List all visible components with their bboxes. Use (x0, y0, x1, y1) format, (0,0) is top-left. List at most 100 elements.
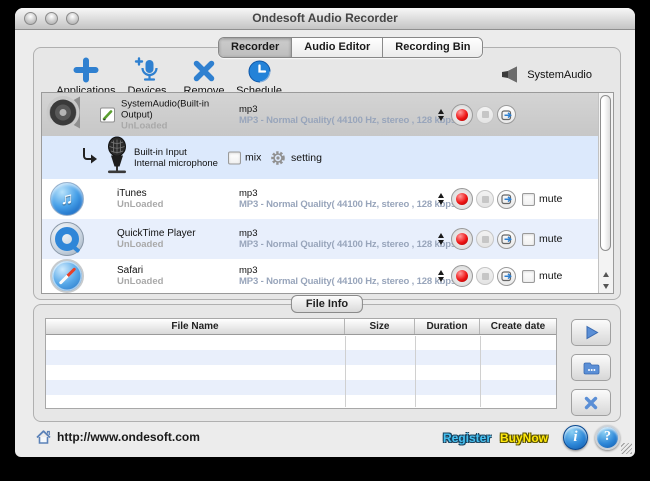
file-info-title: File Info (290, 295, 364, 313)
file-info-panel: File Info File Name Size Duration Create… (33, 295, 621, 422)
export-button[interactable] (497, 229, 516, 249)
record-button[interactable] (451, 103, 473, 126)
source-status: UnLoaded (117, 239, 164, 250)
x-icon (584, 396, 598, 409)
close-window-button[interactable] (24, 12, 37, 25)
schedule-button[interactable]: Schedule (221, 56, 297, 97)
mute-checkbox[interactable] (522, 269, 535, 283)
play-icon (586, 325, 599, 340)
system-audio-label: SystemAudio (527, 68, 592, 81)
volume-stepper[interactable] (436, 233, 446, 245)
record-dot-icon (456, 193, 468, 205)
export-button[interactable] (497, 105, 516, 124)
main-tabbar: Recorder Audio Editor Recording Bin (218, 37, 484, 58)
source-name-block: SystemAudio(Built-in Output) UnLoaded (121, 98, 227, 131)
source-status: UnLoaded (117, 276, 164, 287)
row-controls (436, 103, 516, 126)
source-name-block: iTunes UnLoaded (117, 188, 235, 210)
export-button[interactable] (497, 266, 516, 286)
tab-audio-editor[interactable]: Audio Editor (292, 38, 384, 57)
mix-checkbox[interactable] (228, 151, 241, 164)
zoom-window-button[interactable] (66, 12, 79, 25)
stop-button[interactable] (476, 267, 494, 285)
source-row-quicktime[interactable]: QuickTime Player UnLoaded mp3 MP3 - Norm… (42, 219, 598, 259)
stop-square-icon (481, 272, 489, 280)
system-audio-indicator: SystemAudio (501, 66, 592, 83)
export-button[interactable] (497, 189, 516, 209)
record-dot-icon (456, 233, 468, 245)
clock-icon (221, 56, 297, 83)
source-status: UnLoaded (117, 199, 164, 210)
open-folder-button[interactable] (571, 354, 611, 381)
stop-button[interactable] (476, 105, 494, 124)
scroll-up-arrow[interactable] (599, 272, 613, 277)
register-link[interactable]: Register (443, 431, 491, 445)
safari-icon (50, 259, 84, 293)
scroll-down-arrow[interactable] (599, 284, 613, 289)
mute-checkbox[interactable] (522, 232, 535, 246)
folder-icon (583, 362, 599, 374)
info-button[interactable]: i (563, 425, 588, 450)
mix-label: mix (245, 151, 262, 164)
column-size: Size (345, 319, 415, 334)
source-name: QuickTime Player (117, 228, 196, 239)
scrollbar-thumb[interactable] (600, 95, 611, 251)
buynow-link[interactable]: BuyNow (500, 431, 548, 445)
source-row-system-audio[interactable]: SystemAudio(Built-in Output) UnLoaded mp… (42, 93, 598, 136)
help-button[interactable]: ? (595, 425, 620, 450)
delete-file-button[interactable] (571, 389, 611, 416)
record-button[interactable] (451, 228, 473, 250)
stop-square-icon (481, 235, 489, 243)
quality-value: MP3 - Normal Quality( 44100 Hz, stereo ,… (239, 199, 462, 210)
recorder-panel: Applications Devices Remove Schedule Sys… (33, 47, 621, 300)
speaker-icon (502, 66, 518, 83)
file-table: File Name Size Duration Create date (45, 318, 557, 409)
quicktime-icon (50, 222, 84, 256)
column-duration: Duration (415, 319, 480, 334)
format-block: mp3 MP3 - Normal Quality( 44100 Hz, ster… (239, 228, 462, 250)
stop-square-icon (481, 111, 489, 118)
home-icon[interactable] (35, 429, 52, 450)
row-controls: mute (436, 228, 562, 250)
mute-label: mute (539, 233, 563, 245)
mix-control: mix (228, 151, 261, 164)
source-name: SystemAudio(Built-in Output) (121, 98, 210, 120)
format-block: mp3 MP3 - Normal Quality( 44100 Hz, ster… (239, 265, 462, 287)
source-row-itunes[interactable]: ♫ iTunes UnLoaded mp3 MP3 - Normal Quali… (42, 179, 598, 219)
play-file-button[interactable] (571, 319, 611, 346)
column-divider (345, 336, 346, 407)
column-divider (415, 336, 416, 407)
source-name: Safari (117, 265, 144, 276)
volume-stepper[interactable] (436, 108, 446, 121)
source-name-block: Safari UnLoaded (117, 265, 235, 287)
record-button[interactable] (451, 265, 473, 287)
microphone-icon (104, 136, 130, 179)
format-value: mp3 (239, 228, 258, 239)
mute-checkbox[interactable] (522, 192, 535, 206)
minimize-window-button[interactable] (45, 12, 58, 25)
source-status: UnLoaded (121, 120, 168, 131)
tab-recording-bin[interactable]: Recording Bin (383, 38, 483, 57)
stop-button[interactable] (476, 190, 494, 208)
volume-stepper[interactable] (436, 270, 446, 282)
gear-icon (271, 150, 285, 165)
export-arrow-icon (500, 194, 512, 205)
window-title: Ondesoft Audio Recorder (252, 11, 398, 25)
tab-recorder[interactable]: Recorder (219, 38, 293, 57)
list-scrollbar[interactable] (598, 93, 613, 293)
volume-stepper[interactable] (436, 193, 446, 205)
setting-control[interactable]: setting (270, 150, 322, 166)
column-create-date: Create date (490, 321, 546, 332)
resize-grip[interactable] (621, 443, 632, 454)
mute-label: mute (539, 270, 563, 282)
quality-value: MP3 - Normal Quality( 44100 Hz, stereo ,… (239, 114, 462, 126)
format-block: mp3 MP3 - Normal Quality( 44100 Hz, ster… (239, 188, 462, 210)
source-name: iTunes (117, 188, 147, 199)
export-arrow-icon (500, 234, 512, 245)
source-row-builtin-input[interactable]: Built-in Input Internal microphone mix s… (42, 136, 598, 179)
file-table-header: File Name Size Duration Create date (46, 319, 556, 335)
record-button[interactable] (451, 188, 473, 210)
source-row-safari[interactable]: Safari UnLoaded mp3 MP3 - Normal Quality… (42, 259, 598, 293)
stop-button[interactable] (476, 230, 494, 248)
website-url[interactable]: http://www.ondesoft.com (57, 430, 200, 444)
